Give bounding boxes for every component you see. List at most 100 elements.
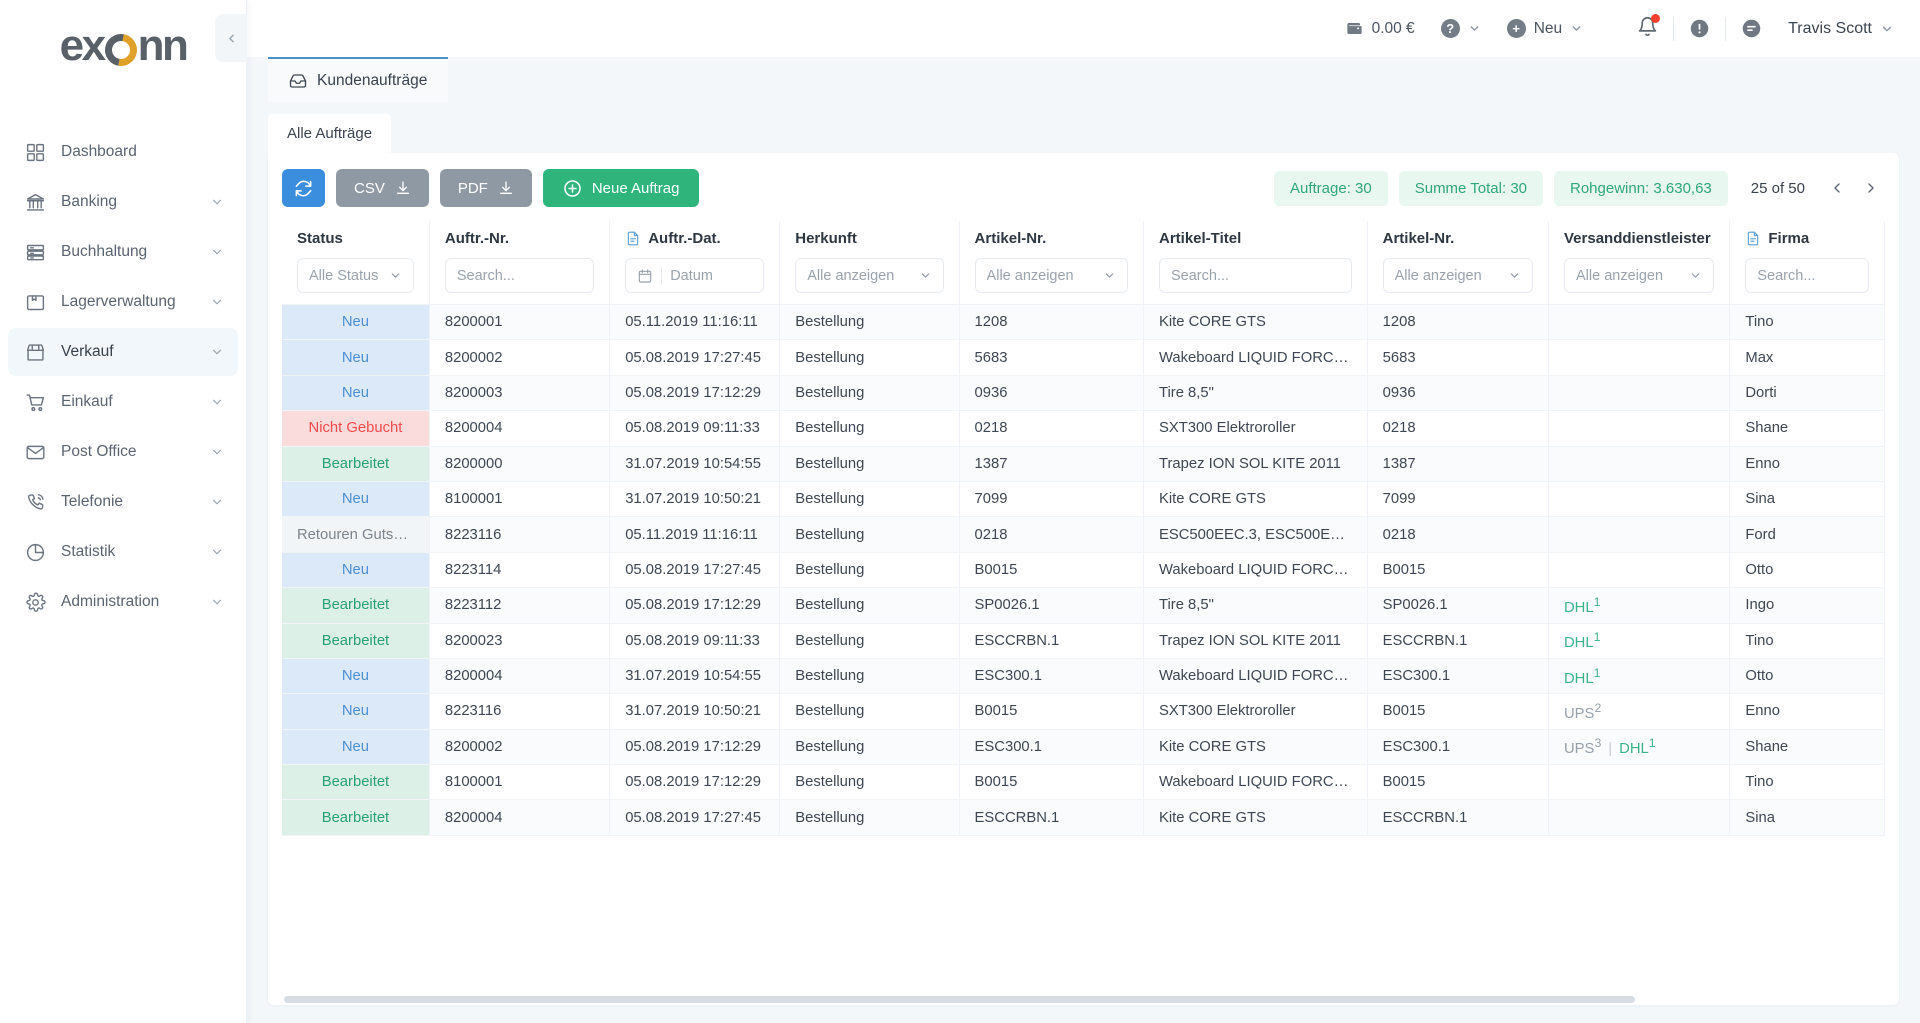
sidebar-collapse-button[interactable] bbox=[215, 14, 247, 62]
table-row[interactable]: Neu 8200002 05.08.2019 17:12:29 Bestellung E… bbox=[282, 729, 1885, 766]
table-row[interactable]: Bearbeitet 8200000 31.07.2019 10:54:55 Best… bbox=[282, 446, 1885, 482]
cell-auftr-nr[interactable]: 8200001 bbox=[429, 304, 611, 341]
sidebar-item-banking[interactable]: Banking bbox=[8, 178, 238, 226]
wallet-balance[interactable]: 0.00 € bbox=[1345, 19, 1415, 38]
cell-status[interactable]: Bearbeitet bbox=[282, 587, 430, 624]
sidebar-item-lagerverwaltung[interactable]: Lagerverwaltung bbox=[8, 278, 238, 326]
cell-status[interactable]: Neu bbox=[282, 481, 430, 518]
versand-ups[interactable]: UPS3 bbox=[1564, 736, 1601, 757]
column-header-firma-8[interactable]: Firma Search... bbox=[1729, 221, 1885, 305]
sidebar-item-telefonie[interactable]: Telefonie bbox=[8, 478, 238, 526]
cell-status[interactable]: Neu bbox=[282, 375, 430, 412]
column-header-auftr-nr-1[interactable]: Auftr.-Nr. Search... bbox=[429, 221, 611, 305]
column-header-auftr-dat-2[interactable]: Auftr.-Dat. Datum bbox=[609, 221, 781, 305]
column-filter-versanddienstleister-7[interactable]: Alle anzeigen bbox=[1564, 258, 1715, 293]
table-row[interactable]: Neu 8200003 05.08.2019 17:12:29 Bestellung 0… bbox=[282, 375, 1885, 412]
column-filter-herkunft-3[interactable]: Alle anzeigen bbox=[795, 258, 944, 293]
logo[interactable]: ex nn bbox=[0, 0, 246, 92]
cell-status[interactable]: Neu bbox=[282, 339, 430, 376]
horizontal-scrollbar[interactable] bbox=[282, 994, 1885, 1005]
table-row[interactable]: Nicht Gebucht 8200004 05.08.2019 09:11:33 B… bbox=[282, 410, 1885, 447]
alerts-button[interactable] bbox=[1689, 18, 1710, 39]
messages-button[interactable] bbox=[1741, 18, 1762, 39]
export-pdf-button[interactable]: PDF bbox=[439, 169, 532, 207]
cell-auftr-nr[interactable]: 8200023 bbox=[429, 623, 611, 659]
sidebar-item-einkauf[interactable]: Einkauf bbox=[8, 378, 238, 426]
notifications-button[interactable] bbox=[1637, 13, 1661, 42]
table-row[interactable]: Retouren Gutschrift 8223116 05.11.2019 11:… bbox=[282, 516, 1885, 553]
cell-status[interactable]: Neu bbox=[282, 304, 430, 341]
versand-dhl[interactable]: DHL1 bbox=[1564, 630, 1600, 651]
user-menu[interactable]: Travis Scott bbox=[1788, 20, 1894, 38]
orders-table-scroll[interactable]: Status Alle Status Auftr.-Nr. Search... Auft… bbox=[282, 221, 1885, 994]
versand-dhl[interactable]: DHL1 bbox=[1564, 595, 1600, 616]
versand-dhl[interactable]: DHL1 bbox=[1619, 736, 1655, 757]
table-row[interactable]: Bearbeitet 8100001 05.08.2019 17:12:29 Best… bbox=[282, 764, 1885, 801]
cell-status[interactable]: Neu bbox=[282, 658, 430, 695]
table-row[interactable]: Neu 8200001 05.11.2019 11:16:11 Bestellung 1… bbox=[282, 304, 1885, 341]
scrollbar-thumb[interactable] bbox=[284, 996, 1636, 1003]
cell-auftr-nr[interactable]: 8200004 bbox=[429, 658, 611, 695]
cell-auftr-nr[interactable]: 8200003 bbox=[429, 375, 611, 412]
cell-auftr-nr[interactable]: 8200002 bbox=[429, 729, 611, 766]
new-order-button[interactable]: Neue Auftrag bbox=[542, 169, 700, 207]
cell-auftr-nr[interactable]: 8200004 bbox=[429, 799, 611, 836]
new-menu[interactable]: + Neu bbox=[1506, 19, 1583, 38]
cell-auftr-nr[interactable]: 8223114 bbox=[429, 552, 611, 589]
column-filter-auftr-dat-2[interactable]: Datum bbox=[625, 258, 765, 293]
cell-status[interactable]: Retouren Gutschrift bbox=[282, 516, 430, 553]
column-filter-artikel-titel-5[interactable]: Search... bbox=[1159, 258, 1352, 293]
sidebar-item-statistik[interactable]: Statistik bbox=[8, 528, 238, 576]
cell-auftr-nr[interactable]: 8223116 bbox=[429, 516, 611, 553]
column-header-herkunft-3[interactable]: Herkunft Alle anzeigen bbox=[779, 221, 960, 305]
cell-status[interactable]: Neu bbox=[282, 693, 430, 730]
sidebar-item-post-office[interactable]: Post Office bbox=[8, 428, 238, 476]
column-header-artikel-titel-5[interactable]: Artikel-Titel Search... bbox=[1143, 221, 1368, 305]
table-row[interactable]: Neu 8200002 05.08.2019 17:27:45 Bestellung 5… bbox=[282, 339, 1885, 376]
table-row[interactable]: Neu 8223116 31.07.2019 10:50:21 Bestellung B… bbox=[282, 693, 1885, 730]
cell-auftr-nr[interactable]: 8223116 bbox=[429, 693, 611, 730]
cell-status[interactable]: Nicht Gebucht bbox=[282, 410, 430, 447]
column-filter-artikel-nr-4[interactable]: Alle anzeigen bbox=[974, 258, 1128, 293]
sidebar-item-verkauf[interactable]: Verkauf bbox=[8, 328, 238, 376]
cell-status[interactable]: Neu bbox=[282, 552, 430, 589]
column-filter-firma-8[interactable]: Search... bbox=[1745, 258, 1869, 293]
cell-auftr-nr[interactable]: 8100001 bbox=[429, 481, 611, 518]
sub-tab-alle-auftraege[interactable]: Alle Aufträge bbox=[268, 114, 392, 153]
column-filter-status-0[interactable]: Alle Status bbox=[297, 258, 414, 293]
cell-auftr-nr[interactable]: 8200000 bbox=[429, 446, 611, 482]
pagination-prev-button[interactable] bbox=[1823, 174, 1851, 202]
cell-auftr-nr[interactable]: 8200004 bbox=[429, 410, 611, 447]
column-header-versanddienstleister-7[interactable]: Versanddienstleister Alle anzeigen bbox=[1548, 221, 1731, 305]
cell-status[interactable]: Bearbeitet bbox=[282, 764, 430, 801]
column-filter-artikel-nr-6[interactable]: Alle anzeigen bbox=[1382, 258, 1533, 293]
cell-auftr-nr[interactable]: 8223112 bbox=[429, 587, 611, 624]
table-row[interactable]: Neu 8223114 05.08.2019 17:27:45 Bestellung B… bbox=[282, 552, 1885, 589]
column-header-status-0[interactable]: Status Alle Status bbox=[282, 221, 430, 305]
table-row[interactable]: Neu 8100001 31.07.2019 10:50:21 Bestellung 7… bbox=[282, 481, 1885, 518]
table-row[interactable]: Bearbeitet 8200023 05.08.2019 09:11:33 Best… bbox=[282, 623, 1885, 659]
column-header-artikel-nr-4[interactable]: Artikel-Nr. Alle anzeigen bbox=[959, 221, 1145, 305]
tab-kundenauftraege[interactable]: Kundenaufträge bbox=[268, 57, 449, 102]
table-row[interactable]: Bearbeitet 8223112 05.08.2019 17:12:29 Best… bbox=[282, 587, 1885, 624]
cell-auftr-nr[interactable]: 8200002 bbox=[429, 339, 611, 376]
help-menu[interactable]: ? bbox=[1440, 19, 1481, 38]
export-csv-button[interactable]: CSV bbox=[336, 169, 429, 207]
sidebar-item-buchhaltung[interactable]: Buchhaltung bbox=[8, 228, 238, 276]
cell-status[interactable]: Neu bbox=[282, 729, 430, 766]
column-filter-auftr-nr-1[interactable]: Search... bbox=[444, 258, 595, 293]
cell-auftr-nr[interactable]: 8100001 bbox=[429, 764, 611, 801]
refresh-button[interactable] bbox=[282, 169, 325, 207]
cell-status[interactable]: Bearbeitet bbox=[282, 446, 430, 482]
versand-dhl[interactable]: DHL1 bbox=[1564, 666, 1600, 687]
table-row[interactable]: Bearbeitet 8200004 05.08.2019 17:27:45 Best… bbox=[282, 799, 1885, 836]
pagination-next-button[interactable] bbox=[1857, 174, 1885, 202]
column-header-artikel-nr-6[interactable]: Artikel-Nr. Alle anzeigen bbox=[1367, 221, 1550, 305]
table-row[interactable]: Neu 8200004 31.07.2019 10:54:55 Bestellung E… bbox=[282, 658, 1885, 695]
cell-status[interactable]: Bearbeitet bbox=[282, 623, 430, 659]
versand-ups[interactable]: UPS2 bbox=[1564, 701, 1601, 722]
tab-label: Kundenaufträge bbox=[317, 71, 428, 89]
sidebar-item-dashboard[interactable]: Dashboard bbox=[8, 128, 238, 176]
sidebar-item-administration[interactable]: Administration bbox=[8, 578, 238, 626]
cell-status[interactable]: Bearbeitet bbox=[282, 799, 430, 836]
